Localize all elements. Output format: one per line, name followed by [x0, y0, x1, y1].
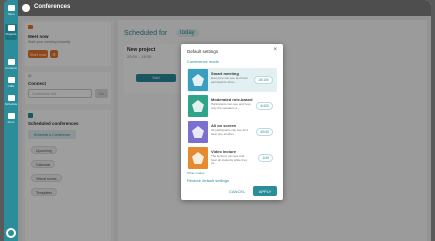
app-logo-icon [22, 4, 30, 12]
participant-limit-select[interactable]: 16/100 [254, 76, 273, 84]
option-description: The lecturer can see and hear all studen… [211, 154, 248, 166]
mode-option-video-lecture[interactable]: Video lecture The lecturer can see and h… [187, 146, 277, 170]
page-title: Conferences [34, 4, 71, 10]
rail-item-more[interactable]: More [5, 112, 17, 128]
other-modes-link[interactable]: Other modes [187, 171, 204, 175]
app-window: Tours Projects Contacts Calls Schedule M… [4, 0, 431, 241]
tours-icon [7, 5, 15, 11]
contacts-icon [7, 59, 15, 65]
rail-item-contacts[interactable]: Contacts [5, 58, 17, 74]
conference-mode-label: Conference mode [187, 59, 219, 64]
option-description: Everyone can see and hear participants w… [211, 76, 248, 84]
participant-limit-select[interactable]: 40/40 [256, 128, 273, 136]
more-icon [7, 113, 15, 119]
option-description: All participants can see and hear one an… [211, 128, 248, 136]
top-bar: Conferences [18, 0, 431, 16]
settings-gear-icon[interactable] [6, 228, 16, 238]
nav-rail: Tours Projects Contacts Calls Schedule M… [4, 0, 18, 241]
mode-option-smart-meeting[interactable]: Smart meeting Everyone can see and hear … [187, 68, 277, 92]
participant-limit-select[interactable]: 4/400 [256, 102, 273, 110]
rail-item-schedule[interactable]: Schedule [5, 94, 17, 110]
smart-meeting-icon [188, 69, 208, 91]
projects-icon [7, 25, 15, 31]
rail-item-projects[interactable]: Projects [5, 24, 17, 40]
participant-limit-select[interactable]: 1/49 [258, 154, 273, 162]
rail-item-tours[interactable]: Tours [5, 4, 17, 20]
moderated-icon [188, 95, 208, 117]
dialog-title: Default settings [187, 49, 219, 54]
video-lecture-icon [188, 147, 208, 169]
mode-option-moderated[interactable]: Moderated role-based Participants can se… [187, 94, 277, 118]
calls-icon [7, 77, 15, 83]
rail-item-calls[interactable]: Calls [5, 76, 17, 92]
close-icon[interactable]: × [273, 47, 277, 53]
cancel-button[interactable]: CANCEL [229, 189, 245, 194]
schedule-icon [7, 95, 15, 101]
restore-defaults-link[interactable]: Restore default settings [187, 178, 229, 183]
apply-button[interactable]: APPLY [253, 186, 277, 196]
option-description: Participants can see and hear only the s… [211, 102, 251, 110]
default-settings-dialog: Default settings × Conference mode Smart… [181, 44, 283, 200]
mode-option-all-on-screen[interactable]: All on screen All participants can see a… [187, 120, 277, 144]
all-on-screen-icon [188, 121, 208, 143]
